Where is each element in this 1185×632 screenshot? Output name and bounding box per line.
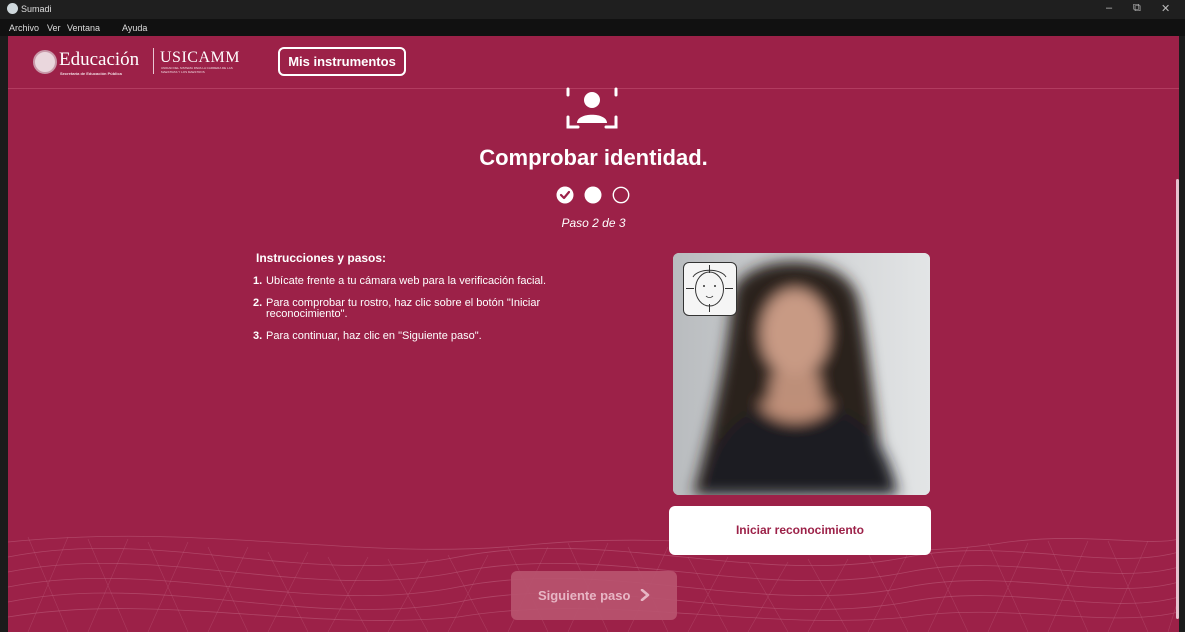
main-content: Comprobar identidad. Paso 2 de 3 Instruc… <box>8 87 1179 632</box>
instruction-number: 2. <box>253 297 263 309</box>
restore-icon[interactable]: ⧉ <box>1133 2 1141 15</box>
instructions-list: 1. Ubícate frente a tu cámara web para la… <box>253 276 613 353</box>
webcam-preview <box>673 253 930 495</box>
window-title: Sumadi <box>21 4 52 14</box>
logo-divider <box>153 48 154 74</box>
list-item: 3. Para continuar, haz clic en "Siguiente… <box>253 331 613 342</box>
close-icon[interactable]: ✕ <box>1161 2 1170 15</box>
instruction-number: 3. <box>253 330 263 342</box>
logo-usicamm: USICAMM <box>160 49 240 66</box>
page-title: Comprobar identidad. <box>479 145 708 170</box>
instruction-text: Para comprobar tu rostro, haz clic sobre… <box>266 297 541 320</box>
minimize-icon[interactable]: – <box>1106 2 1112 14</box>
menu-item-ventana[interactable]: Ventana <box>67 23 100 33</box>
instruction-text: Ubícate frente a tu cámara web para la v… <box>266 275 547 287</box>
list-item: 2. Para comprobar tu rostro, haz clic sob… <box>253 298 613 320</box>
face-guide-icon <box>683 262 737 316</box>
app-content: Educación Secretaría de Educación Públic… <box>8 36 1179 632</box>
menu-item-ayuda[interactable]: Ayuda <box>122 23 147 33</box>
menu-item-archivo[interactable]: Archivo <box>9 23 39 33</box>
logo-educacion-subtitle: Secretaría de Educación Pública <box>60 71 122 76</box>
chevron-right-icon <box>640 588 650 602</box>
logo-usicamm-subtitle: Unidad del Sistema para la Carrera de la… <box>161 66 233 74</box>
siguiente-paso-button[interactable]: Siguiente paso <box>511 571 677 620</box>
scrollbar-thumb[interactable] <box>1176 179 1179 619</box>
logo-educacion: Educación <box>59 49 140 70</box>
scrollbar[interactable] <box>1174 89 1179 632</box>
government-seal-icon <box>33 50 57 74</box>
step-3-pending-dot <box>612 186 630 204</box>
identity-user-icon <box>566 87 618 129</box>
menu-bar: Archivo Ver Ventana Ayuda <box>0 19 1185 36</box>
mis-instrumentos-button[interactable]: Mis instrumentos <box>278 47 406 76</box>
instruction-number: 1. <box>253 275 263 287</box>
menu-item-ver[interactable]: Ver <box>47 23 61 33</box>
next-button-label: Siguiente paso <box>537 588 631 603</box>
instruction-text: Para continuar, haz clic en "Siguiente p… <box>266 330 482 342</box>
app-header: Educación Secretaría de Educación Públic… <box>8 36 1179 89</box>
step-2-current-dot <box>584 186 602 204</box>
app-icon <box>7 3 18 14</box>
step-1-completed-icon <box>556 186 574 204</box>
iniciar-reconocimiento-button[interactable]: Iniciar reconocimiento <box>669 506 931 555</box>
step-label: Paso 2 de 3 <box>561 216 626 230</box>
step-indicator <box>556 186 630 204</box>
list-item: 1. Ubícate frente a tu cámara web para la… <box>253 276 613 287</box>
window-titlebar: Sumadi – ⧉ ✕ <box>0 0 1185 19</box>
instructions-title: Instrucciones y pasos: <box>256 251 387 265</box>
